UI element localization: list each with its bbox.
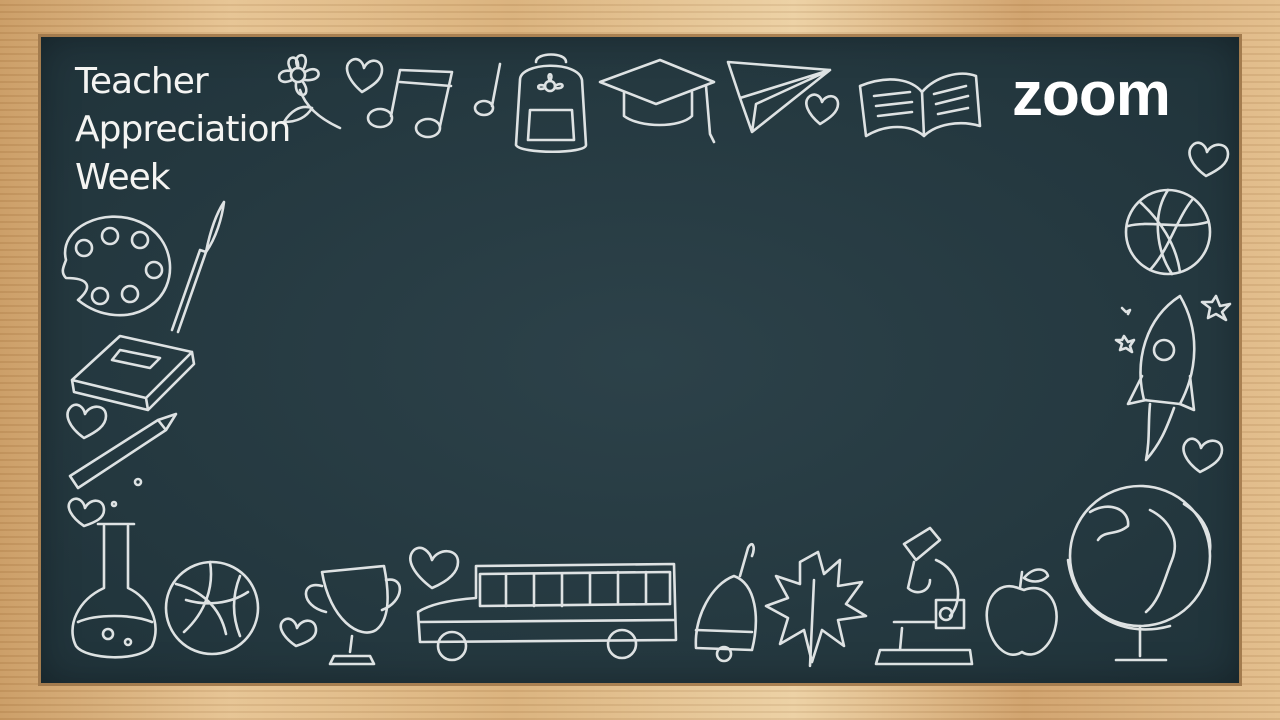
globe-icon (1066, 484, 1212, 662)
bell-icon (694, 543, 758, 663)
trophy-icon (304, 564, 402, 666)
apple-icon (985, 568, 1058, 656)
flask-icon (71, 522, 157, 659)
music-notes-icon (366, 62, 502, 139)
pencil-icon (68, 412, 178, 490)
flower-icon (277, 53, 342, 130)
heart-icon (66, 403, 108, 440)
rocket-icon (1126, 294, 1196, 462)
chalk-doodles (61, 53, 1232, 668)
microscope-icon (874, 526, 974, 666)
school-bus-icon (416, 562, 678, 662)
closed-book-icon (70, 334, 196, 412)
heart-icon (345, 57, 384, 94)
book-open-icon (858, 72, 982, 138)
volleyball-icon (164, 560, 260, 656)
graduation-cap-icon (598, 58, 716, 144)
backpack-icon (514, 53, 588, 154)
paintbrush-icon (170, 200, 226, 334)
heart-icon (805, 93, 840, 126)
palette-icon (61, 215, 172, 317)
maple-leaf-icon (764, 550, 868, 668)
heart-icon (1182, 437, 1224, 474)
paper-plane-icon (726, 60, 832, 134)
basketball-icon (1124, 188, 1212, 276)
heart-icon (1188, 141, 1230, 178)
